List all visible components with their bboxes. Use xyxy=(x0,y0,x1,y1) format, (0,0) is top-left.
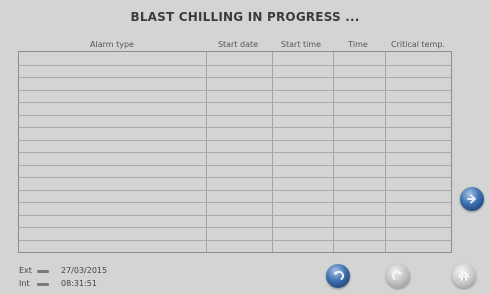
column-header-critical-temp: Critical temp. xyxy=(391,40,445,49)
alarm-table xyxy=(18,51,452,253)
table-row xyxy=(19,165,451,166)
table-row xyxy=(19,227,451,228)
home-button[interactable] xyxy=(452,264,476,288)
home-icon xyxy=(458,271,470,281)
table-row xyxy=(19,215,451,216)
column-header-start-date: Start date xyxy=(217,40,259,49)
table-row xyxy=(19,115,451,116)
column-header-start-time: Start time xyxy=(280,40,322,49)
arrow-right-icon xyxy=(467,194,476,204)
table-row xyxy=(19,202,451,203)
blast-chilling-screen: BLAST CHILLING IN PROGRESS ... Alarm typ… xyxy=(0,0,490,294)
redo-arrow-icon xyxy=(391,270,403,280)
page-title: BLAST CHILLING IN PROGRESS ... xyxy=(130,10,360,24)
table-row xyxy=(19,240,451,241)
table-row xyxy=(19,190,451,191)
int-indicator xyxy=(37,283,49,286)
next-page-button[interactable] xyxy=(460,187,484,211)
forward-button[interactable] xyxy=(386,264,410,288)
undo-arrow-icon xyxy=(333,270,345,280)
date-value: 27/03/2015 xyxy=(61,266,108,275)
table-row xyxy=(19,177,451,178)
column-header-time: Time xyxy=(348,40,368,49)
ext-label: Ext xyxy=(19,266,32,275)
column-header-alarm-type: Alarm type xyxy=(90,40,134,49)
table-row xyxy=(19,102,451,103)
table-row xyxy=(19,140,451,141)
time-value: 08:31:51 xyxy=(61,279,97,288)
ext-indicator xyxy=(37,270,49,273)
back-button[interactable] xyxy=(326,264,350,288)
table-row xyxy=(19,77,451,78)
table-row xyxy=(19,65,451,66)
table-row xyxy=(19,90,451,91)
table-row xyxy=(19,152,451,153)
int-label: Int xyxy=(19,279,30,288)
table-row xyxy=(19,127,451,128)
